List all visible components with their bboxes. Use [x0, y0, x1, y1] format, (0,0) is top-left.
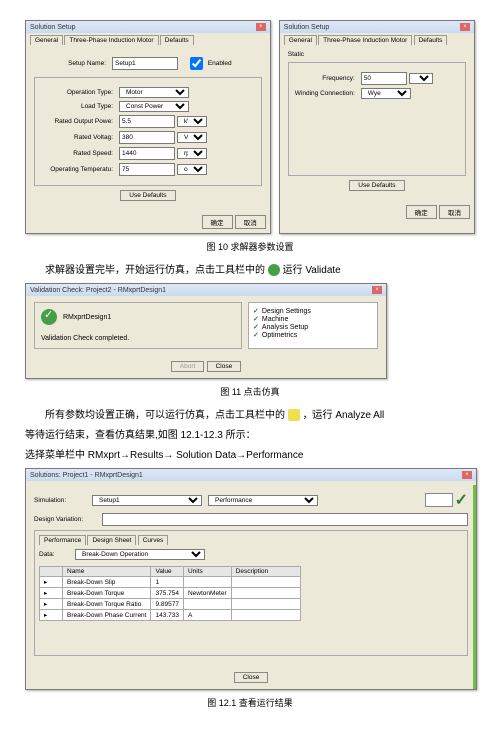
validation-status: Validation Check completed.	[41, 335, 235, 342]
operating-temp-label: Operating Temperatu:	[41, 166, 119, 173]
winding-conn-select[interactable]: Wye	[361, 88, 411, 99]
design-var-input[interactable]	[102, 513, 468, 526]
design-name: RMxprtDesign1	[63, 314, 111, 321]
table-row[interactable]: ▸Break-Down Slip1	[40, 577, 301, 588]
col-value: Value	[151, 567, 184, 577]
table-row[interactable]: ▸Break-Down Phase Current143.733A	[40, 610, 301, 621]
tab-motor[interactable]: Three-Phase Induction Motor	[318, 35, 412, 45]
ok-button[interactable]: 确定	[202, 215, 233, 229]
tab-defaults[interactable]: Defaults	[414, 35, 448, 45]
titlebar: Solution Setup ×	[26, 21, 270, 33]
results-table: Name Value Units Description ▸Break-Down…	[39, 566, 301, 621]
winding-conn-label: Winding Connection:	[295, 90, 361, 97]
tab-row: General Three-Phase Induction Motor Defa…	[26, 33, 270, 45]
close-icon[interactable]: ×	[372, 286, 382, 294]
rated-voltage-input[interactable]	[119, 131, 175, 144]
close-button[interactable]: Close	[207, 361, 242, 372]
check-machine: Machine	[253, 315, 373, 323]
frequency-input[interactable]	[361, 72, 407, 85]
tab-defaults[interactable]: Defaults	[160, 35, 194, 45]
solution-setup-dialog-2: Solution Setup × General Three-Phase Ind…	[279, 20, 475, 234]
data-label: Data:	[39, 551, 75, 558]
setup-name-label: Setup Name:	[34, 60, 112, 67]
check-design-settings: Design Settings	[253, 307, 373, 315]
cancel-button[interactable]: 取消	[235, 215, 266, 229]
frequency-unit[interactable]: Hz	[409, 73, 433, 84]
close-icon[interactable]: ×	[256, 23, 266, 31]
scroll-edge	[473, 485, 476, 689]
validation-dialog: Validation Check: Project2 - RMxprtDesig…	[25, 283, 387, 379]
rated-power-input[interactable]	[119, 115, 175, 128]
rated-speed-unit[interactable]: rpm	[177, 148, 207, 159]
operating-temp-input[interactable]	[119, 163, 175, 176]
performance-select[interactable]: Performance	[208, 495, 318, 506]
paragraph-4: 选择菜单栏中 RMxprt→Results→ Solution Data→Per…	[25, 448, 475, 464]
col-units: Units	[183, 567, 231, 577]
col-description: Description	[231, 567, 300, 577]
static-group-label: Static	[288, 51, 466, 58]
check-icon	[41, 309, 57, 325]
paragraph-2: 所有参数均设置正确，可以运行仿真，点击工具栏中的 ，运行 Analyze All	[25, 408, 475, 424]
table-row[interactable]: ▸Break-Down Torque Ratio9.89577	[40, 599, 301, 610]
frequency-label: Frequency:	[295, 75, 361, 82]
titlebar: Solutions: Project1 - RMxprtDesign1 ×	[26, 469, 476, 481]
solution-setup-dialog-1: Solution Setup × General Three-Phase Ind…	[25, 20, 271, 234]
load-type-select[interactable]: Const Power	[119, 101, 189, 112]
rated-voltage-label: Rated Voltag:	[41, 134, 119, 141]
window-buttons: ×	[255, 23, 266, 31]
simulation-label: Simulation:	[34, 497, 92, 504]
use-defaults-button[interactable]: Use Defaults	[349, 180, 404, 191]
ok-button[interactable]: 确定	[406, 205, 437, 219]
title-text: Solution Setup	[284, 24, 330, 31]
close-icon[interactable]: ×	[460, 23, 470, 31]
simulation-select[interactable]: Setup1	[92, 495, 202, 506]
rated-speed-input[interactable]	[119, 147, 175, 160]
operation-type-select[interactable]: Motor	[119, 87, 189, 98]
titlebar: Validation Check: Project2 - RMxprtDesig…	[26, 284, 386, 296]
figure-12-caption: 图 12.1 查看运行结果	[25, 696, 475, 709]
analyze-icon	[288, 409, 300, 421]
rated-voltage-unit[interactable]: V	[177, 132, 207, 143]
solutions-dialog: Solutions: Project1 - RMxprtDesign1 × Si…	[25, 468, 477, 690]
design-var-label: Design Variation:	[34, 516, 102, 523]
check-analysis-setup: Analysis Setup	[253, 323, 373, 331]
rated-speed-label: Rated Speed:	[41, 150, 119, 157]
titlebar: Solution Setup ×	[280, 21, 474, 33]
close-icon[interactable]: ×	[462, 471, 472, 479]
title-text: Solutions: Project1 - RMxprtDesign1	[30, 472, 143, 479]
setup-name-input[interactable]	[112, 57, 178, 70]
check-optimetrics: Optimetrics	[253, 331, 373, 339]
variation-browse[interactable]	[425, 493, 453, 507]
data-select[interactable]: Break-Down Operation	[75, 549, 205, 560]
operation-type-label: Operation Type:	[41, 89, 119, 96]
title-text: Validation Check: Project2 - RMxprtDesig…	[30, 287, 166, 294]
tab-general[interactable]: General	[30, 35, 63, 45]
tab-performance[interactable]: Performance	[39, 535, 86, 545]
cancel-button[interactable]: 取消	[439, 205, 470, 219]
load-type-label: Load Type:	[41, 103, 119, 110]
rated-power-label: Rated Output Powe:	[41, 118, 119, 125]
apply-check-icon[interactable]: ✓	[455, 490, 468, 510]
enabled-checkbox[interactable]: Enabled	[186, 54, 232, 73]
rated-power-unit[interactable]: kW	[177, 116, 207, 127]
abort-button: Abort	[171, 361, 205, 372]
table-row[interactable]: ▸Break-Down Torque375.754NewtonMeter	[40, 588, 301, 599]
title-text: Solution Setup	[30, 24, 76, 31]
use-defaults-button[interactable]: Use Defaults	[120, 190, 175, 201]
figure-11-caption: 图 11 点击仿真	[25, 385, 475, 398]
paragraph-1: 求解器设置完毕，开始运行仿真，点击工具栏中的 运行 Validate	[25, 263, 475, 279]
tab-design-sheet[interactable]: Design Sheet	[87, 535, 136, 545]
validate-icon	[268, 264, 280, 276]
col-name: Name	[63, 567, 151, 577]
paragraph-3: 等待运行结束，查看仿真结果,如图 12.1-12.3 所示：	[25, 428, 475, 444]
close-button[interactable]: Close	[234, 672, 269, 683]
tab-curves[interactable]: Curves	[138, 535, 169, 545]
table-header-row: Name Value Units Description	[40, 567, 301, 577]
tab-motor[interactable]: Three-Phase Induction Motor	[64, 35, 158, 45]
figure-10-caption: 图 10 求解器参数设置	[25, 240, 475, 253]
tab-general[interactable]: General	[284, 35, 317, 45]
operating-temp-unit[interactable]: cel	[177, 164, 207, 175]
